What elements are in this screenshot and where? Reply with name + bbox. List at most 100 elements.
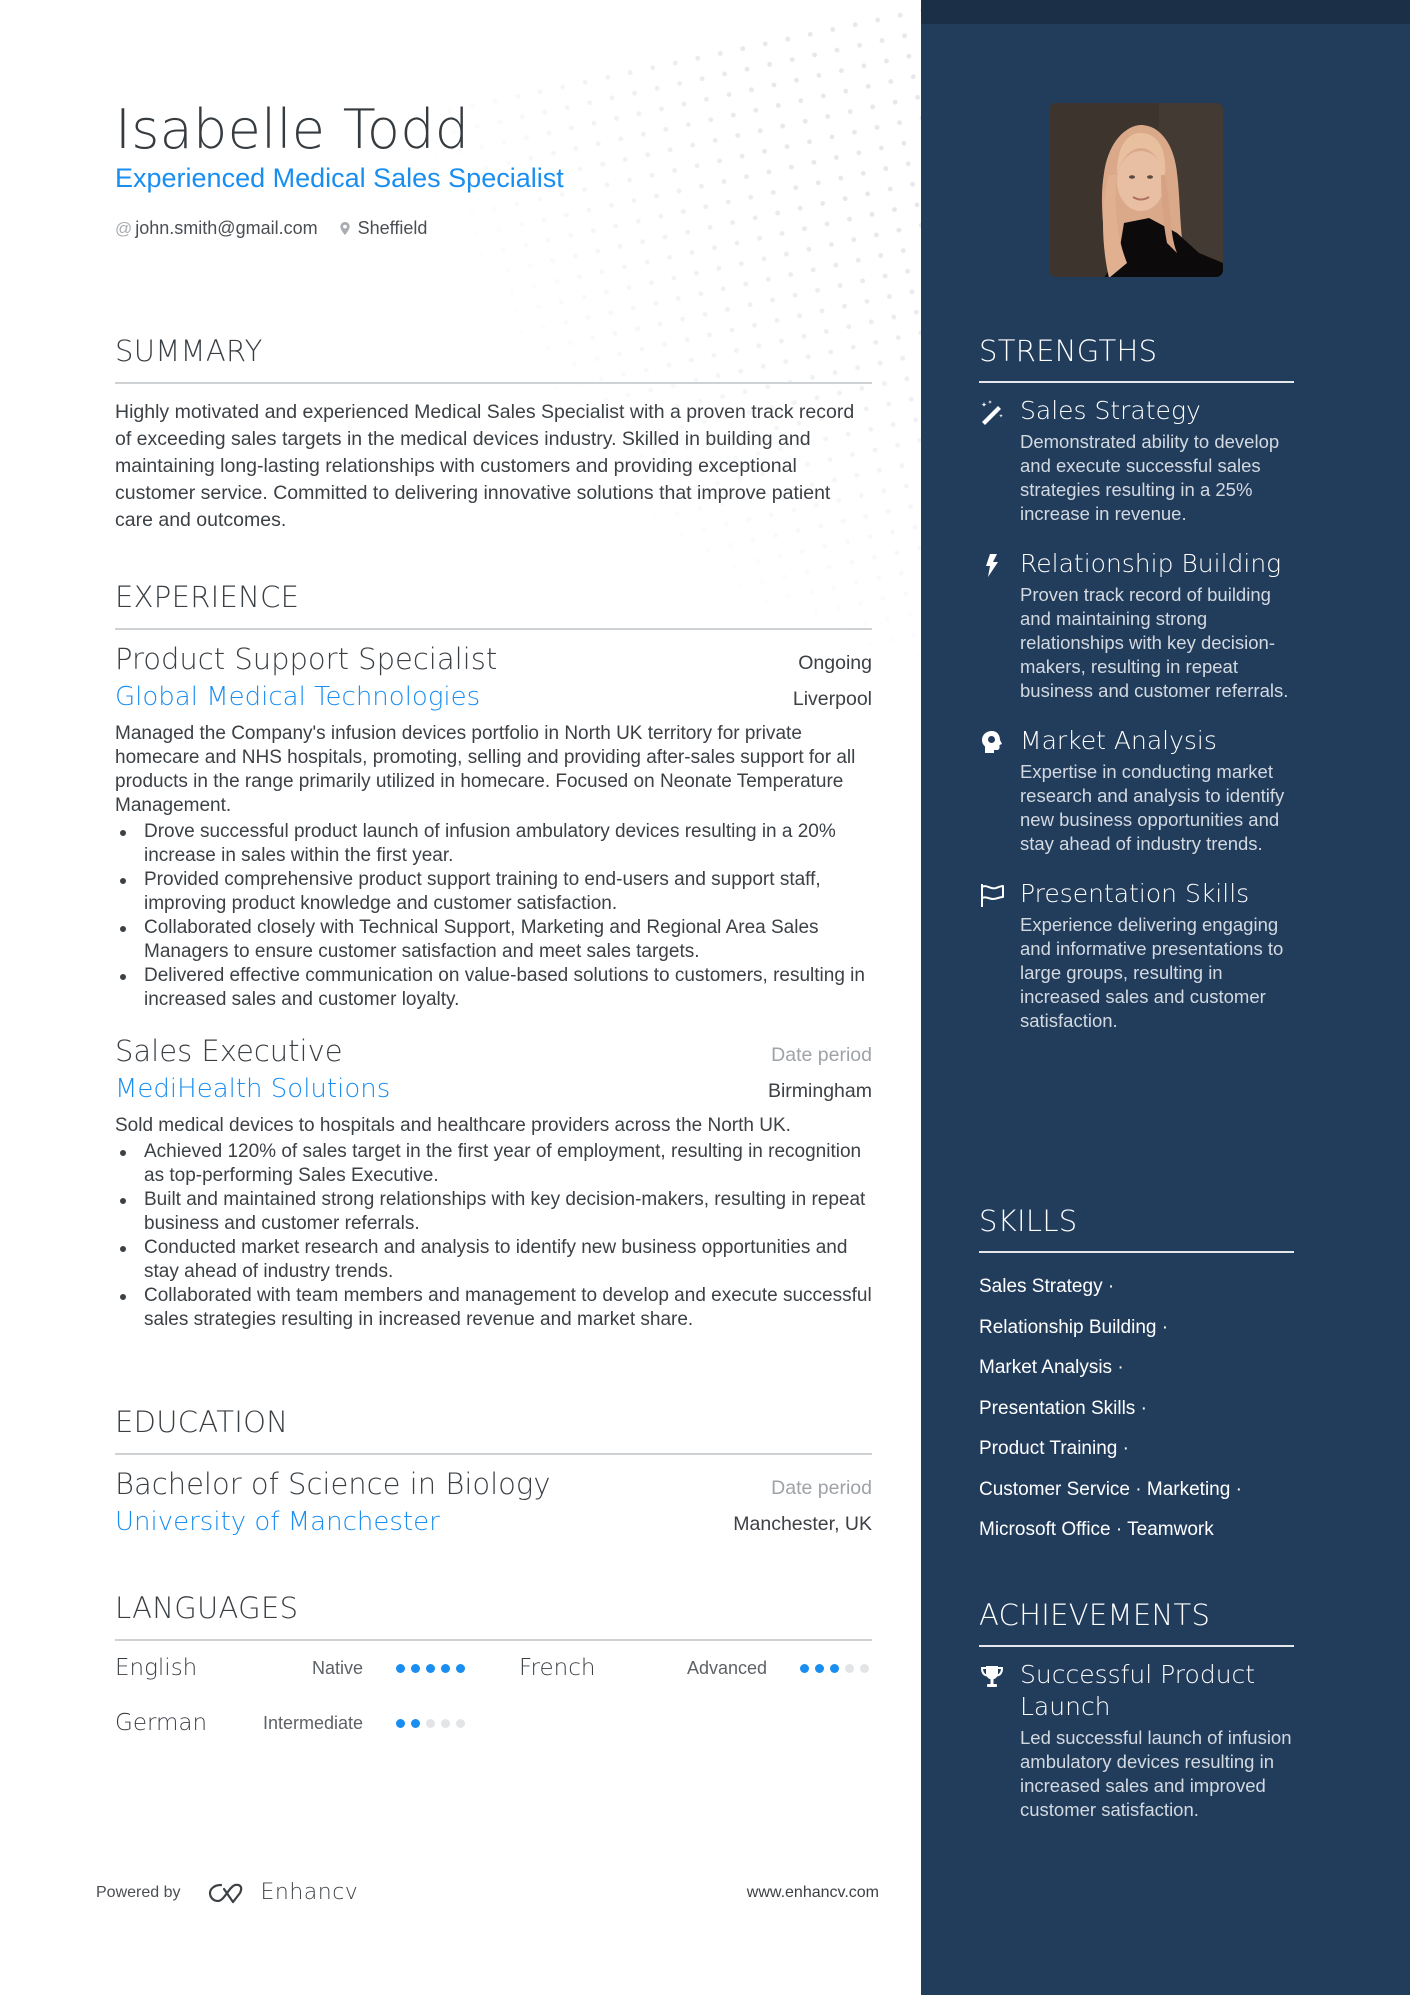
sidebar: STRENGTHS Sales Strategy Demonstrated ab… <box>921 0 1410 1995</box>
language-item: German Intermediate <box>115 1710 465 1736</box>
section-divider <box>979 1645 1294 1647</box>
job-description: Sold medical devices to hospitals and he… <box>115 1115 791 1136</box>
lightning-bolt-icon <box>986 554 998 577</box>
education-date: Date period <box>771 1477 872 1499</box>
contact-info: @ john.smith@gmail.com Sheffield <box>115 218 427 239</box>
rating-dot-empty <box>426 1718 435 1728</box>
section-title: SKILLS <box>979 1204 1078 1238</box>
rating-dot-filled <box>800 1663 809 1673</box>
language-item: English Native <box>115 1655 465 1681</box>
job-location: Liverpool <box>792 688 872 710</box>
map-pin-icon <box>339 222 350 235</box>
profile-photo <box>1049 103 1223 277</box>
job-bullets: Drove successful product launch of infus… <box>115 820 872 1012</box>
company-name[interactable]: MediHealth Solutions <box>115 1074 390 1104</box>
enhancv-logo-icon <box>208 1883 242 1903</box>
head-brain-icon <box>982 731 1002 753</box>
location: Sheffield <box>339 218 427 239</box>
degree-title: Bachelor of Science in Biology <box>115 1467 551 1501</box>
achievement-description: Led successful launch of infusion ambula… <box>1020 1727 1292 1820</box>
skills-list: Sales Strategy · Relationship Building ·… <box>979 1267 1294 1551</box>
section-title: EDUCATION <box>115 1405 289 1439</box>
skill-line: Microsoft Office · Teamwork <box>979 1519 1214 1540</box>
rating-dot-filled <box>411 1663 420 1673</box>
language-name: French <box>519 1655 596 1681</box>
experience-entry: Product Support Specialist Ongoing Globa… <box>115 642 872 1012</box>
powered-by-label: Powered by <box>96 1883 181 1901</box>
job-bullet: Collaborated closely with Technical Supp… <box>115 916 872 964</box>
job-location: Birmingham <box>767 1080 872 1102</box>
strength-item: Sales Strategy Demonstrated ability to d… <box>979 395 1294 526</box>
school-location: Manchester, UK <box>733 1513 872 1535</box>
section-divider <box>115 1453 872 1455</box>
rating-dot-empty <box>860 1663 869 1673</box>
job-bullet: Collaborated with team members and manag… <box>115 1284 872 1332</box>
school-name[interactable]: University of Manchester <box>115 1507 440 1537</box>
flag-icon <box>981 884 1004 907</box>
language-level: Native <box>311 1657 363 1678</box>
job-bullet: Provided comprehensive product support t… <box>115 868 872 916</box>
language-rating <box>396 1663 465 1673</box>
skill-line: Customer Service · Marketing · <box>979 1478 1242 1500</box>
strength-item: Relationship Building Proven track recor… <box>979 548 1294 703</box>
section-divider <box>979 1251 1294 1253</box>
strength-item: Presentation Skills Experience deliverin… <box>979 878 1294 1033</box>
company-name[interactable]: Global Medical Technologies <box>115 682 480 712</box>
magic-wand-icon <box>981 400 1003 425</box>
skill-line: Presentation Skills · <box>979 1397 1147 1419</box>
email-link[interactable]: john.smith@gmail.com <box>135 218 317 239</box>
experience-entry: Sales Executive Date period MediHealth S… <box>115 1034 872 1332</box>
section-title: SUMMARY <box>115 334 263 368</box>
section-divider <box>115 628 872 630</box>
language-rating <box>396 1718 465 1728</box>
at-icon: @ <box>115 218 133 238</box>
rating-dot-filled <box>411 1718 420 1728</box>
language-level: Advanced <box>686 1657 767 1678</box>
language-rating <box>800 1663 869 1673</box>
skill-line: Sales Strategy · <box>979 1276 1115 1297</box>
rating-dot-filled <box>426 1663 435 1673</box>
achievement-item: Successful Product Launch Led successful… <box>979 1659 1294 1822</box>
skills-section: SKILLS Sales Strategy · Relationship Bui… <box>979 1204 1294 1551</box>
language-item: French Advanced <box>519 1655 869 1681</box>
strength-title: Relationship Building <box>1020 549 1282 578</box>
summary-text: Highly motivated and experienced Medical… <box>115 401 855 531</box>
strength-title: Sales Strategy <box>1020 396 1201 425</box>
skill-line: Market Analysis · <box>979 1357 1124 1378</box>
summary-section: SUMMARY Highly motivated and experienced… <box>115 334 872 534</box>
section-divider <box>979 381 1294 383</box>
job-bullet: Conducted market research and analysis t… <box>115 1236 872 1284</box>
enhancv-brand: Enhancv <box>260 1880 359 1905</box>
skill-line: Relationship Building · <box>979 1316 1169 1338</box>
enhancv-url[interactable]: www.enhancv.com <box>747 1884 879 1902</box>
section-title: ACHIEVEMENTS <box>979 1598 1211 1632</box>
rating-dot-filled <box>830 1663 839 1673</box>
strength-title: Presentation Skills <box>1020 879 1250 908</box>
job-title: Sales Executive <box>115 1034 343 1068</box>
sidebar-top-band <box>921 0 1410 24</box>
rating-dot-empty <box>845 1663 854 1673</box>
rating-dot-filled <box>441 1663 450 1673</box>
language-name: English <box>115 1655 198 1681</box>
job-bullet: Drove successful product launch of infus… <box>115 820 872 868</box>
strength-item: Market Analysis Expertise in conducting … <box>979 725 1294 856</box>
resume-page: Isabelle Todd Experienced Medical Sales … <box>0 0 1410 1995</box>
languages-section: LANGUAGES English Native French Advanced… <box>115 1591 872 1765</box>
rating-dot-empty <box>456 1718 465 1728</box>
experience-section: EXPERIENCE Product Support Specialist On… <box>115 580 872 1332</box>
strengths-section: STRENGTHS Sales Strategy Demonstrated ab… <box>979 334 1294 1033</box>
achievement-title: Successful Product Launch <box>1020 1660 1256 1721</box>
profile-photo-image <box>1049 103 1223 277</box>
job-description: Managed the Company's infusion devices p… <box>115 723 856 816</box>
rating-dot-filled <box>396 1718 405 1728</box>
section-divider <box>115 382 872 384</box>
section-divider <box>115 1639 872 1641</box>
section-title: STRENGTHS <box>979 334 1158 368</box>
strength-description: Demonstrated ability to develop and exec… <box>1020 431 1280 524</box>
language-level: Intermediate <box>262 1712 363 1733</box>
job-bullets: Achieved 120% of sales target in the fir… <box>115 1140 872 1332</box>
strength-description: Experience delivering engaging and infor… <box>1020 914 1284 1031</box>
section-title: EXPERIENCE <box>115 580 300 614</box>
candidate-headline: Experienced Medical Sales Specialist <box>115 163 564 193</box>
enhancv-logo[interactable]: Enhancv <box>207 1880 359 1905</box>
